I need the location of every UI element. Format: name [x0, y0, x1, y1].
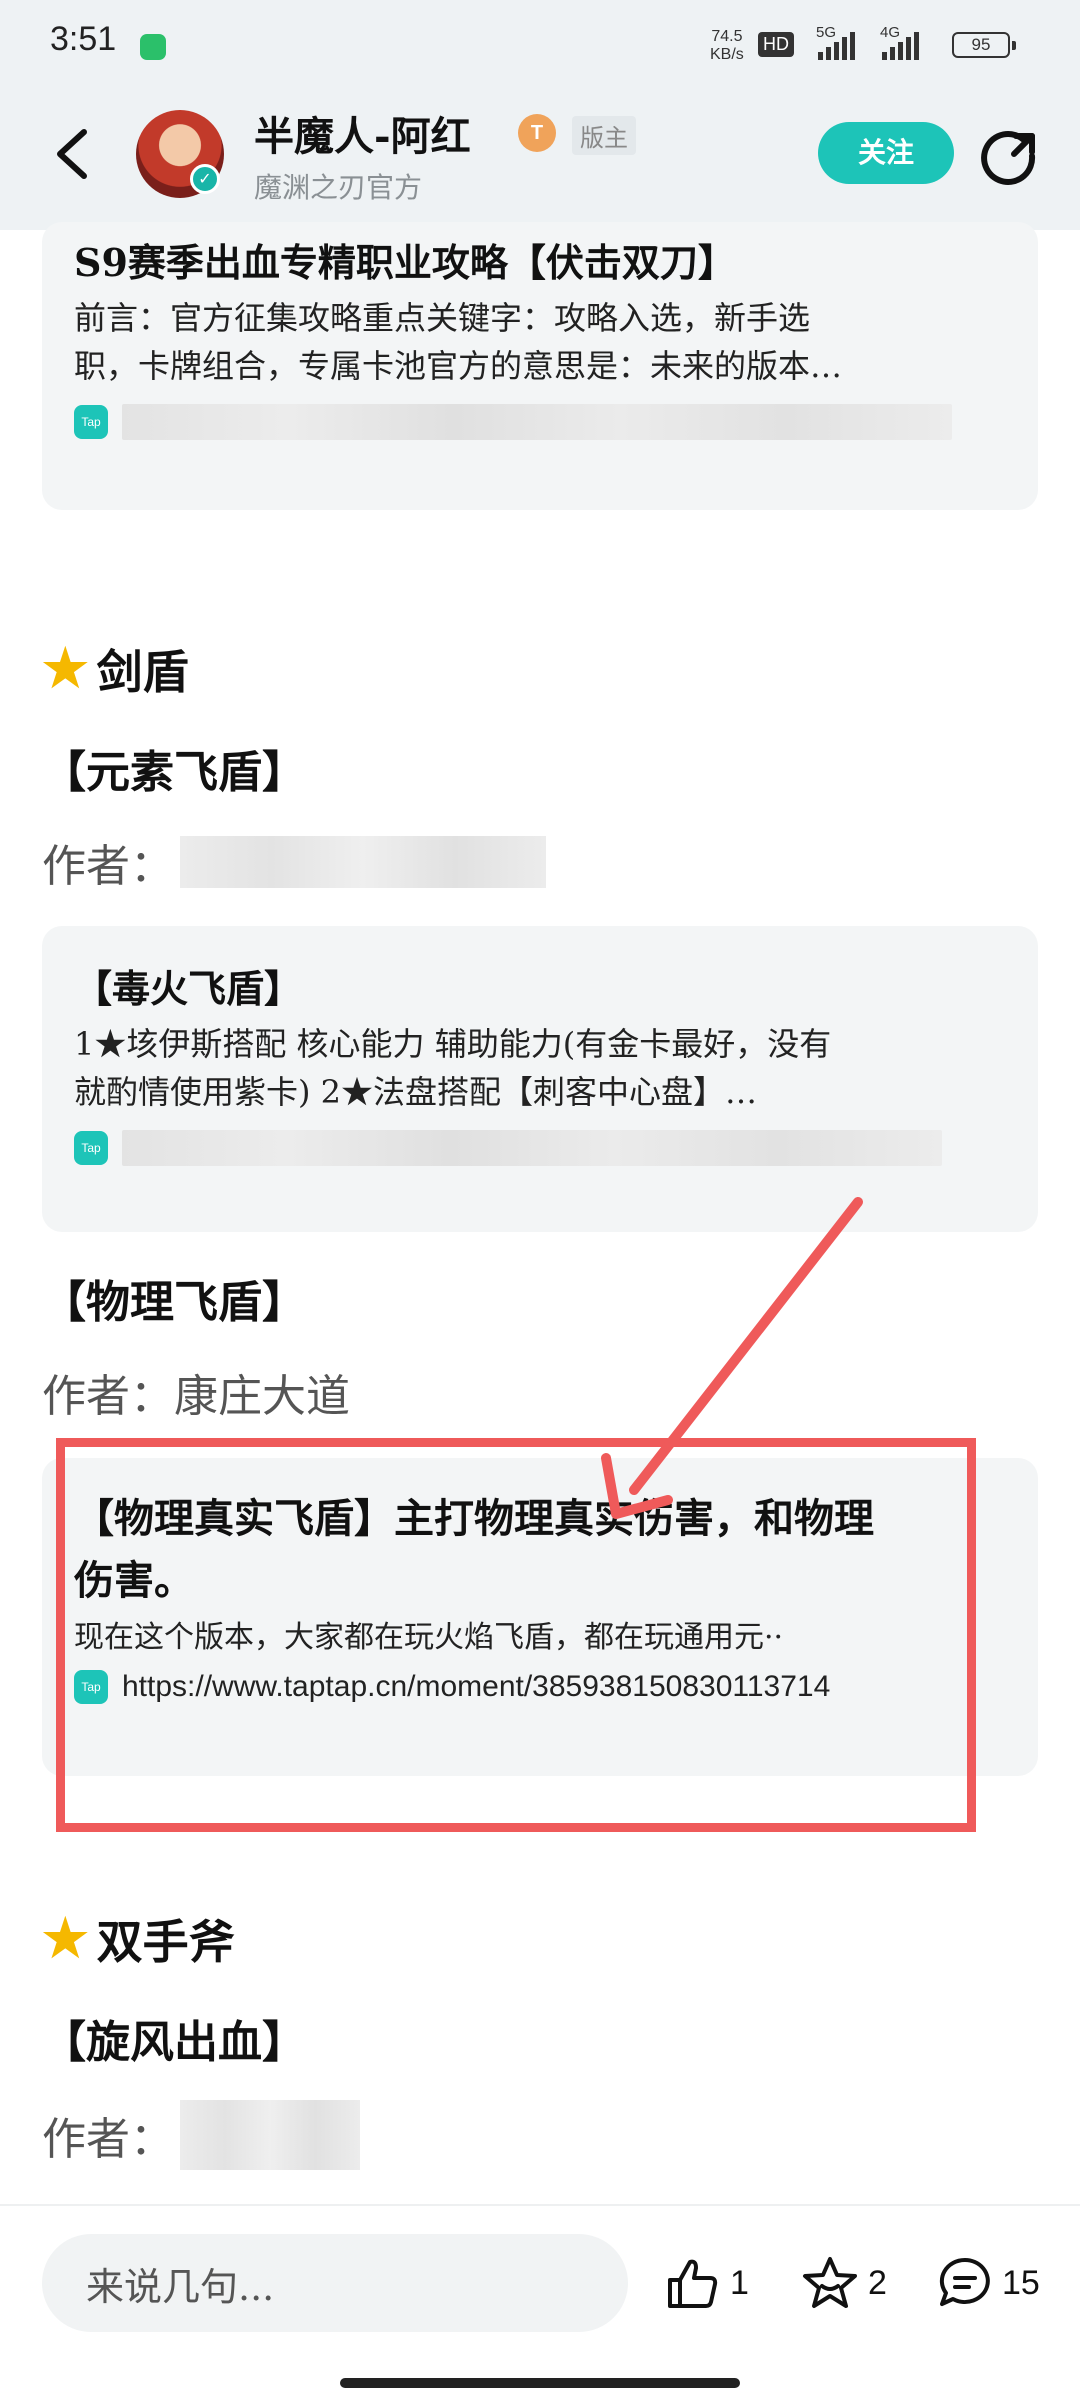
author-name[interactable]: 半魔人-阿红: [254, 104, 471, 162]
author-subtitle: 魔渊之刃官方: [254, 171, 423, 204]
post-header: ✓ 半魔人-阿红 T 版主 魔渊之刃官方 关注: [0, 80, 1080, 230]
build-heading: 【物理飞盾】: [42, 1277, 306, 1328]
star-icon: ★: [42, 1908, 89, 1969]
like-button[interactable]: 1: [664, 2254, 749, 2312]
section-heading: ★ 剑盾: [42, 638, 189, 700]
follow-button[interactable]: 关注: [818, 122, 954, 184]
card-link[interactable]: Tap: [74, 1130, 1008, 1166]
signal-icon: [882, 30, 919, 60]
favorite-count: 2: [868, 2263, 887, 2302]
blurred-author: [180, 2100, 360, 2170]
net-speed: 74.5 KB/s: [710, 28, 744, 63]
favorite-button[interactable]: 2: [800, 2254, 887, 2312]
status-time: 3:51: [50, 20, 117, 58]
blurred-link: [122, 1130, 942, 1166]
status-bar: 3:51 74.5 KB/s HD 5G 4G 95: [0, 0, 1080, 80]
taptap-icon: Tap: [74, 405, 108, 439]
taptap-icon: Tap: [74, 1131, 108, 1165]
star-outline-icon: [803, 2257, 857, 2308]
comment-icon: [939, 2257, 990, 2306]
comment-input[interactable]: 来说几句...: [42, 2234, 628, 2332]
card-title: S9赛季出血专精职业攻略【伏击双刀】: [74, 240, 736, 285]
hd-icon: HD: [758, 32, 794, 57]
verified-icon: ✓: [190, 164, 220, 194]
section-heading: ★ 双手斧: [42, 1908, 235, 1970]
notification-icon: [140, 34, 166, 60]
author-line: 作者：: [42, 830, 546, 894]
home-indicator[interactable]: [340, 2378, 740, 2388]
card-desc: 1★垓伊斯搭配 核心能力 辅助能力(有金卡最好，没有: [74, 1025, 832, 1063]
build-heading: 【元素飞盾】: [42, 747, 306, 798]
comment-count: 15: [1002, 2263, 1040, 2302]
author-line: 作者： 康庄大道: [42, 1360, 350, 1424]
signal-icon: [818, 30, 855, 60]
back-icon[interactable]: [48, 124, 98, 184]
card-link[interactable]: Tap: [74, 404, 1008, 440]
card-desc: 职，卡牌组合，专属卡池官方的意思是：未来的版本…: [74, 347, 843, 385]
card-desc: 就酌情使用紫卡) 2★法盘搭配【刺客中心盘】…: [74, 1073, 758, 1111]
share-icon[interactable]: [980, 126, 1040, 186]
blurred-author: [180, 836, 546, 888]
star-icon: ★: [42, 638, 89, 699]
role-badge: 版主: [572, 116, 636, 155]
battery-icon: 95: [952, 32, 1016, 58]
card-desc: 前言：官方征集攻略重点关键字：攻略入选，新手选: [74, 299, 811, 337]
thumbs-up-icon: [668, 2259, 718, 2308]
author-name-text[interactable]: 康庄大道: [174, 1360, 350, 1424]
link-card[interactable]: S9赛季出血专精职业攻略【伏击双刀】 前言：官方征集攻略重点关键字：攻略入选，新…: [42, 222, 1038, 510]
bottom-action-bar: 来说几句... 1 2 15: [0, 2204, 1080, 2400]
annotation-box: [56, 1438, 976, 1832]
level-badge: T: [518, 114, 556, 152]
like-count: 1: [730, 2263, 749, 2302]
card-title: 【毒火飞盾】: [74, 966, 303, 1011]
comment-button[interactable]: 15: [936, 2254, 1040, 2312]
author-line: 作者：: [42, 2100, 360, 2170]
link-card[interactable]: 【毒火飞盾】 1★垓伊斯搭配 核心能力 辅助能力(有金卡最好，没有 就酌情使用紫…: [42, 926, 1038, 1232]
build-heading: 【旋风出血】: [42, 2017, 306, 2068]
blurred-link: [122, 404, 952, 440]
